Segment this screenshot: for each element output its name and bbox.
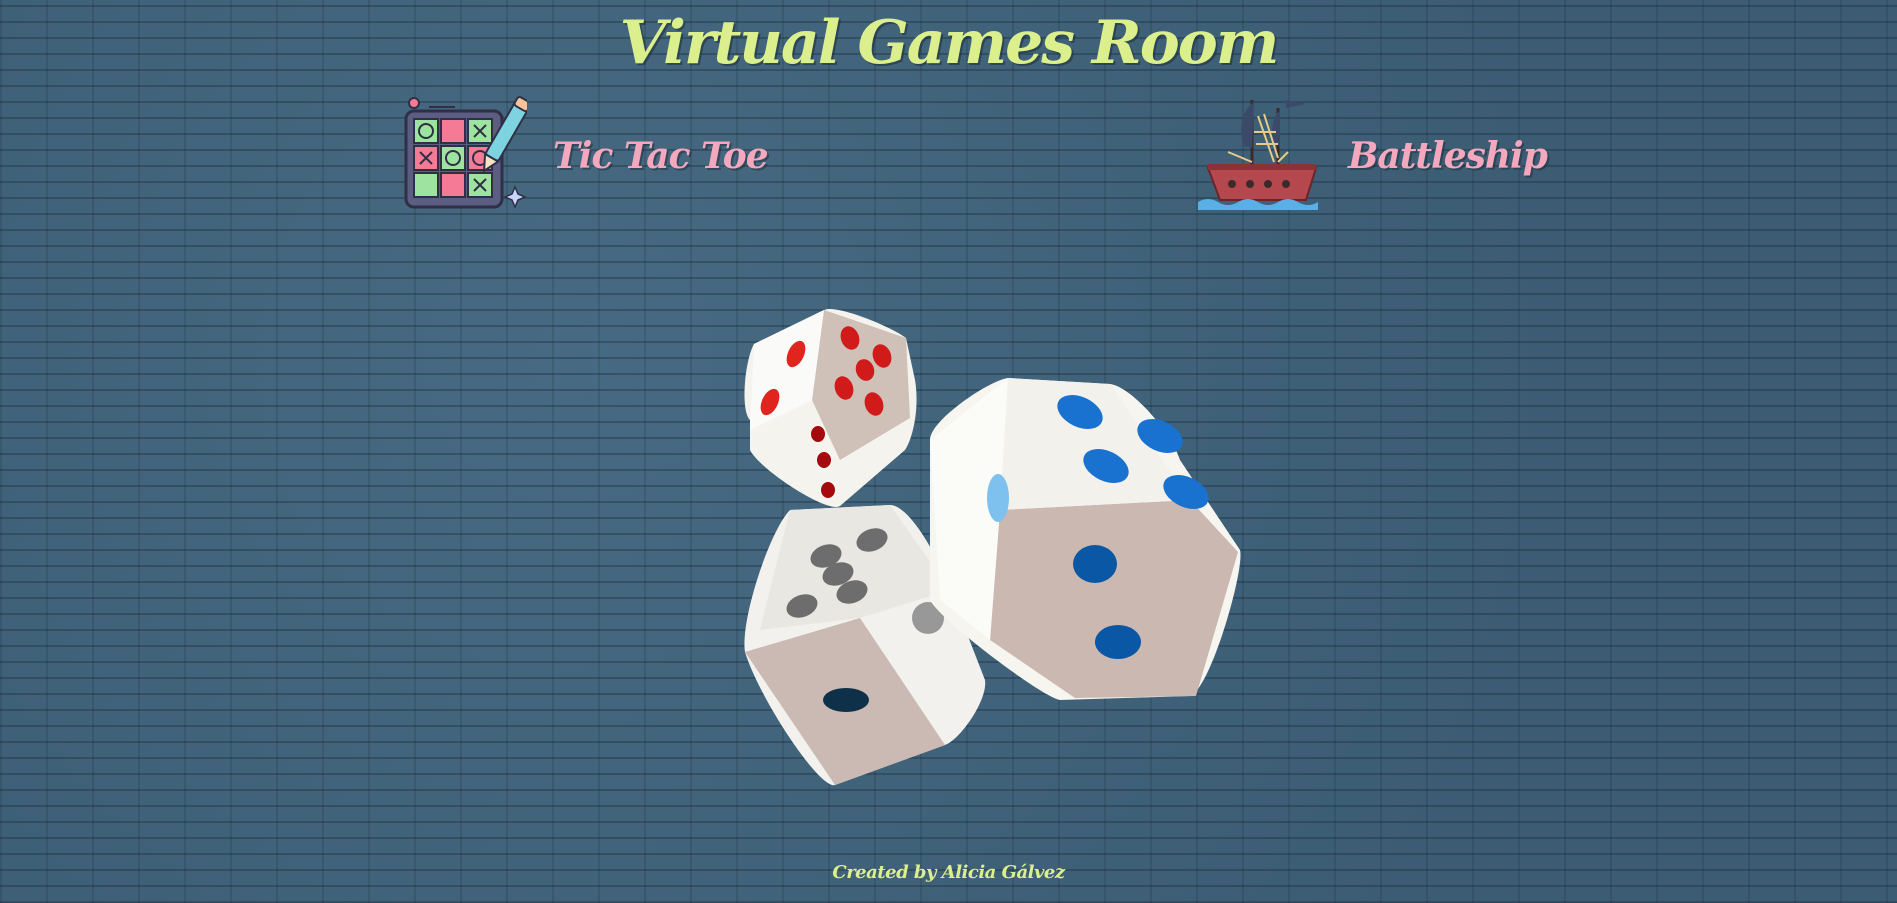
battleship-link[interactable]: Battleship xyxy=(1198,92,1548,220)
footer-credit: Created by Alicia Gálvez xyxy=(832,862,1065,883)
tic-tac-toe-link[interactable]: Tic Tac Toe xyxy=(403,94,769,218)
tic-tac-toe-board-icon[interactable] xyxy=(403,94,532,218)
red-die xyxy=(744,308,917,507)
battleship-label[interactable]: Battleship xyxy=(1348,135,1548,177)
page-title: Virtual Games Room xyxy=(619,8,1280,78)
blue-die xyxy=(930,378,1241,700)
dice-icon xyxy=(740,300,1250,800)
pirate-ship-icon[interactable] xyxy=(1198,92,1322,220)
tic-tac-toe-label[interactable]: Tic Tac Toe xyxy=(553,135,769,177)
